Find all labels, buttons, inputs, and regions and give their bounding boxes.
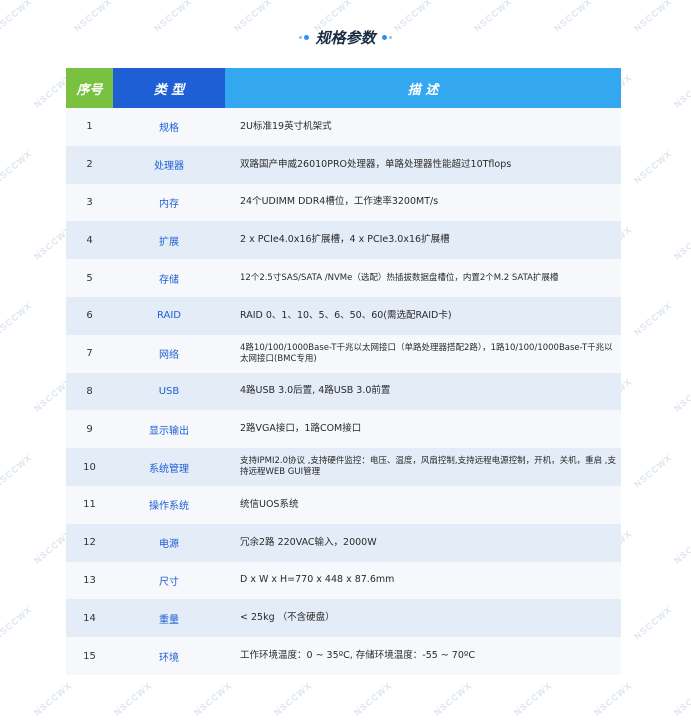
page-title: 规格参数 — [299, 27, 392, 48]
header-desc: 描 述 — [225, 68, 621, 108]
title-bar: 规格参数 — [0, 24, 691, 48]
row-number: 10 — [66, 448, 113, 486]
row-description: 双路国产申威26010PRO处理器，单路处理器性能超过10Tflops — [225, 145, 621, 184]
row-number: 1 — [66, 108, 113, 146]
row-description: 冗余2路 220VAC输入，2000W — [225, 523, 621, 562]
row-description: < 25kg （不含硬盘） — [225, 599, 621, 638]
watermark-text: NSCCWX — [632, 300, 674, 338]
row-number: 3 — [66, 183, 113, 222]
row-number: 5 — [66, 259, 113, 297]
row-description: 2U标准19英寸机架式 — [225, 108, 621, 146]
watermark-text: NSCCWX — [192, 680, 234, 718]
header-no: 序号 — [66, 68, 113, 108]
table-row: 10 系统管理 支持IPMI2.0协议 ,支持硬件监控：电压、温度，风扇控制,支持远… — [66, 448, 621, 486]
watermark-text: NSCCWX — [672, 224, 691, 262]
table-row: 12 电源 冗余2路 220VAC输入，2000W — [66, 523, 621, 562]
row-type: USB — [113, 372, 225, 411]
row-type: 尺寸 — [113, 561, 225, 600]
table-row: 2 处理器 双路国产申威26010PRO处理器，单路处理器性能超过10Tflops — [66, 145, 621, 184]
watermark-text: NSCCWX — [272, 680, 314, 718]
row-type: 规格 — [113, 108, 225, 146]
table-header-row: 序号 类 型 描 述 — [66, 68, 621, 108]
row-description: 2路VGA接口，1路COM接口 — [225, 410, 621, 449]
row-number: 6 — [66, 296, 113, 335]
watermark-text: NSCCWX — [0, 148, 34, 186]
table-row: 11 操作系统 统信UOS系统 — [66, 485, 621, 524]
table-row: 13 尺寸 D x W x H=770 x 448 x 87.6mm — [66, 561, 621, 600]
watermark-text: NSCCWX — [512, 680, 554, 718]
table-row: 3 内存 24个UDIMM DDR4槽位，工作速率3200MT/s — [66, 183, 621, 222]
watermark-text: NSCCWX — [592, 680, 634, 718]
row-description: 统信UOS系统 — [225, 485, 621, 524]
row-number: 9 — [66, 410, 113, 449]
row-type: RAID — [113, 296, 225, 335]
watermark-text: NSCCWX — [632, 604, 674, 642]
row-type: 电源 — [113, 523, 225, 562]
table-row: 5 存储 12个2.5寸SAS/SATA /NVMe（选配）热插拔数据盘槽位，内置2… — [66, 259, 621, 297]
row-description: 4路USB 3.0后置, 4路USB 3.0前置 — [225, 372, 621, 411]
watermark-text: NSCCWX — [112, 680, 154, 718]
row-description: RAID 0、1、10、5、6、50、60(需选配RAID卡) — [225, 296, 621, 335]
row-description: 12个2.5寸SAS/SATA /NVMe（选配）热插拔数据盘槽位，内置2个M.… — [225, 259, 621, 297]
row-description: 24个UDIMM DDR4槽位，工作速率3200MT/s — [225, 183, 621, 222]
watermark-text: NSCCWX — [632, 148, 674, 186]
row-description: 支持IPMI2.0协议 ,支持硬件监控：电压、温度，风扇控制,支持远程电源控制，… — [225, 448, 621, 486]
watermark-text: NSCCWX — [352, 680, 394, 718]
row-type: 环境 — [113, 637, 225, 675]
title-dots-right — [381, 35, 392, 40]
row-type: 存储 — [113, 259, 225, 297]
row-description: 工作环境温度：0 ~ 35ºC, 存储环境温度：-55 ~ 70ºC — [225, 637, 621, 675]
table-body: 1 规格 2U标准19英寸机架式 2 处理器 双路国产申威26010PRO处理器，单路处理… — [66, 108, 621, 675]
watermark-text: NSCCWX — [672, 680, 691, 718]
spec-table: 序号 类 型 描 述 1 规格 2U标准19英寸机架式 2 处理器 双路国产申威26010… — [66, 68, 621, 675]
row-number: 13 — [66, 561, 113, 600]
watermark-text: NSCCWX — [632, 452, 674, 490]
table-row: 4 扩展 2 x PCIe4.0x16扩展槽，4 x PCIe3.0x16扩展槽 — [66, 221, 621, 260]
row-number: 11 — [66, 485, 113, 524]
watermark-text: NSCCWX — [432, 680, 474, 718]
row-type: 网络 — [113, 334, 225, 373]
watermark-text: NSCCWX — [0, 604, 34, 642]
row-number: 15 — [66, 637, 113, 675]
watermark-text: NSCCWX — [0, 300, 34, 338]
watermark-text: NSCCWX — [672, 72, 691, 110]
row-type: 系统管理 — [113, 448, 225, 486]
row-description: 2 x PCIe4.0x16扩展槽，4 x PCIe3.0x16扩展槽 — [225, 221, 621, 260]
watermark-text: NSCCWX — [0, 452, 34, 490]
row-number: 14 — [66, 599, 113, 638]
watermark-text: NSCCWX — [32, 680, 74, 718]
row-number: 8 — [66, 372, 113, 411]
row-type: 操作系统 — [113, 485, 225, 524]
table-row: 7 网络 4路10/100/1000Base-T千兆以太网接口（单路处理器搭配2路）… — [66, 334, 621, 373]
row-number: 12 — [66, 523, 113, 562]
table-row: 6 RAID RAID 0、1、10、5、6、50、60(需选配RAID卡) — [66, 296, 621, 335]
row-number: 7 — [66, 334, 113, 373]
row-type: 显示输出 — [113, 410, 225, 449]
table-row: 8 USB 4路USB 3.0后置, 4路USB 3.0前置 — [66, 372, 621, 411]
row-number: 4 — [66, 221, 113, 260]
watermark-text: NSCCWX — [672, 376, 691, 414]
row-type: 重量 — [113, 599, 225, 638]
header-type: 类 型 — [113, 68, 225, 108]
table-row: 14 重量 < 25kg （不含硬盘） — [66, 599, 621, 638]
page-title-text: 规格参数 — [315, 29, 376, 47]
table-row: 15 环境 工作环境温度：0 ~ 35ºC, 存储环境温度：-55 ~ 70ºC — [66, 637, 621, 675]
table-row: 9 显示输出 2路VGA接口，1路COM接口 — [66, 410, 621, 449]
watermark-text: NSCCWX — [672, 528, 691, 566]
row-number: 2 — [66, 145, 113, 184]
table-row: 1 规格 2U标准19英寸机架式 — [66, 108, 621, 146]
row-type: 处理器 — [113, 145, 225, 184]
row-description: D x W x H=770 x 448 x 87.6mm — [225, 561, 621, 600]
row-type: 内存 — [113, 183, 225, 222]
row-type: 扩展 — [113, 221, 225, 260]
title-dots-left — [299, 35, 310, 40]
row-description: 4路10/100/1000Base-T千兆以太网接口（单路处理器搭配2路），1路… — [225, 334, 621, 373]
